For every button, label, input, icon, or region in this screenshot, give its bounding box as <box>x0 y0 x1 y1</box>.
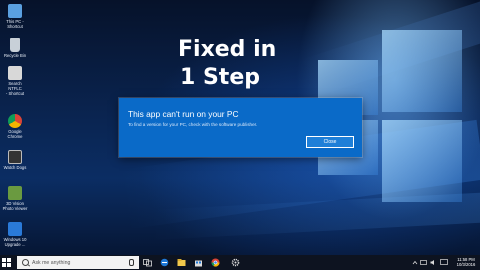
desktop-icon-recycle-bin[interactable]: Recycle Bin <box>2 38 28 58</box>
chrome-icon[interactable] <box>211 258 220 267</box>
task-view-icon[interactable] <box>143 258 152 267</box>
settings-icon[interactable] <box>231 258 240 267</box>
desktop-icon-windows-upgrade[interactable]: Windows 10 Upgrade ... <box>2 222 28 247</box>
watch-dogs-icon <box>8 150 22 164</box>
volume-icon[interactable] <box>430 258 437 267</box>
desktop: This PC - Shortcut Recycle Bin Search NT… <box>0 0 480 255</box>
windows-logo-icon <box>2 263 6 267</box>
windows-logo-icon <box>2 258 6 262</box>
close-button[interactable]: Close <box>306 136 354 148</box>
taskbar-clock[interactable]: 11:58 PM 10/3/2016 <box>453 257 479 267</box>
windows-logo-icon <box>7 263 11 267</box>
shortcut-icon <box>8 66 22 80</box>
recycle-bin-icon <box>10 38 20 52</box>
headline-line-1: Fixed in <box>178 37 277 62</box>
file-explorer-icon[interactable] <box>177 258 186 267</box>
store-icon[interactable] <box>194 258 203 267</box>
edge-icon[interactable] <box>160 258 169 267</box>
headline-line-2: 1 Step <box>180 65 260 90</box>
microphone-icon[interactable] <box>129 259 134 266</box>
search-placeholder: Ask me anything <box>32 259 71 266</box>
chrome-icon <box>8 114 22 128</box>
start-button[interactable] <box>2 258 12 268</box>
network-icon[interactable] <box>420 258 427 267</box>
photo-viewer-icon <box>8 186 22 200</box>
error-dialog: This app can't run on your PC To find a … <box>119 98 362 157</box>
search-icon <box>22 259 29 266</box>
desktop-icon-search-shortcut[interactable]: Search NTFLC - Shortcut <box>2 66 28 96</box>
computer-icon <box>8 4 22 18</box>
taskbar: Ask me anything 11:58 PM 10/3/2016 <box>0 255 480 270</box>
windows-upgrade-icon <box>8 222 22 236</box>
search-box[interactable]: Ask me anything <box>17 256 139 269</box>
desktop-icon-3d-vision[interactable]: 3D Vision Photo Viewer <box>2 186 28 211</box>
notifications-icon[interactable] <box>440 258 448 267</box>
dialog-title: This app can't run on your PC <box>128 109 239 119</box>
chevron-up-icon[interactable] <box>412 258 418 267</box>
desktop-icon-this-pc[interactable]: This PC - Shortcut <box>2 4 28 29</box>
desktop-icon-google-chrome[interactable]: Google Chrome <box>2 114 28 139</box>
windows-logo-icon <box>7 258 11 262</box>
video-title-overlay: Fixed in 1 Step <box>178 36 276 92</box>
clock-date: 10/3/2016 <box>456 261 476 267</box>
desktop-icon-watch-dogs[interactable]: Watch Dogs <box>2 150 28 170</box>
dialog-message: To find a version for your PC, check wit… <box>128 122 258 127</box>
